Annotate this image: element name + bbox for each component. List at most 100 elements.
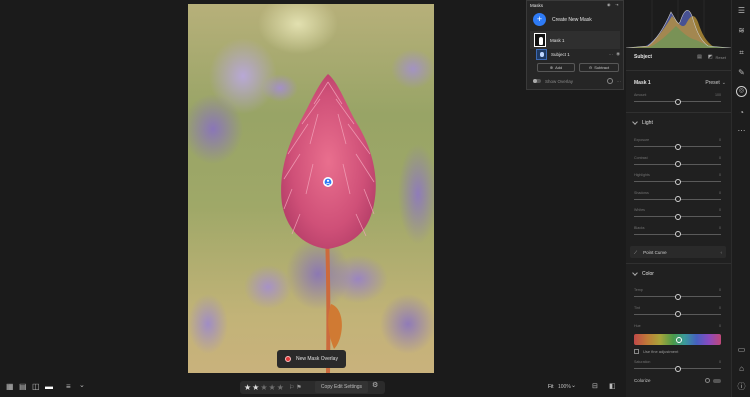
point-curve-row[interactable]: ⟋ Point Curve ‹	[630, 246, 726, 258]
detail-grid-icon[interactable]: ▤	[19, 382, 27, 392]
zoom-level[interactable]: 100%	[558, 382, 571, 392]
more-options-icon[interactable]: ···	[609, 52, 614, 57]
presets-icon[interactable]: ≋	[737, 26, 746, 35]
masking-icon[interactable]: ◎	[736, 86, 747, 97]
compare-icon[interactable]: ◩	[708, 54, 713, 60]
fit-button[interactable]: Fit	[548, 382, 554, 392]
sort-chevron-icon[interactable]: ⌄	[79, 381, 85, 391]
reject-flag-icon[interactable]: ⚑	[296, 384, 301, 391]
colorize-label: Colorize	[634, 378, 651, 383]
subject-1-row[interactable]: Subject 1 ··· ◉	[536, 48, 620, 60]
slider-value[interactable]: 0	[719, 173, 721, 177]
saturation-slider[interactable]: Saturation 0	[634, 360, 721, 372]
overlay-color-dot[interactable]	[285, 356, 291, 362]
amount-value[interactable]: 100	[715, 93, 721, 97]
star-icon[interactable]: ★	[269, 383, 276, 392]
masks-panel-header[interactable]: Masks ◉ ⇥	[527, 1, 623, 9]
slider-thumb[interactable]	[674, 143, 681, 150]
color-section-header[interactable]: Color	[632, 270, 654, 277]
slider-label: Contrast	[634, 155, 648, 160]
healing-icon[interactable]: ✎	[737, 68, 746, 77]
mask-name-row: Mask 1 Preset ⌄	[634, 80, 726, 86]
fine-adjustment-checkbox[interactable]	[634, 349, 639, 354]
light-section-header[interactable]: Light	[632, 119, 653, 126]
subtract-button[interactable]: ⊖ Subtract	[579, 63, 619, 72]
show-overlay-row[interactable]: Show Overlay ···	[533, 78, 621, 84]
create-new-mask-button[interactable]: + Create New Mask	[533, 13, 592, 26]
comments-icon[interactable]: ▭	[737, 345, 746, 354]
square-grid-icon[interactable]: ▦	[6, 382, 14, 392]
info-icon[interactable]: ⓘ	[737, 382, 746, 391]
compare-view-icon[interactable]: ⊟	[592, 382, 598, 392]
redeye-icon[interactable]: ◔	[737, 108, 746, 117]
crop-icon[interactable]: ⌗	[737, 48, 746, 57]
filmstrip-icon[interactable]: ◫	[32, 382, 40, 392]
histogram	[626, 0, 731, 48]
slider-value[interactable]: 0	[719, 288, 721, 292]
add-button[interactable]: ⊕ Add	[537, 63, 575, 72]
slider-value[interactable]: 0	[719, 208, 721, 212]
slider-thumb[interactable]	[674, 178, 681, 185]
zoom-chevron-icon[interactable]: ⌄	[571, 381, 576, 391]
color-slider-tint[interactable]: Tint 0	[634, 306, 721, 318]
slider-thumb[interactable]	[674, 293, 681, 300]
mask-1-label: Mask 1	[550, 37, 565, 43]
mask-1-row[interactable]: Mask 1	[530, 31, 620, 49]
before-after-icon[interactable]: ◧	[609, 382, 616, 392]
comment-icon[interactable]: ▤	[697, 54, 702, 60]
plus-icon: +	[533, 13, 546, 26]
copy-edit-settings-button[interactable]: Copy Edit Settings	[315, 381, 368, 393]
gear-icon[interactable]: ⚙	[372, 381, 378, 391]
star-icon[interactable]: ★	[244, 383, 251, 392]
star-rating[interactable]: ★★★★★	[244, 383, 285, 392]
visibility-eye-icon[interactable]: ◉	[616, 51, 620, 57]
hue-value[interactable]: 0	[719, 324, 721, 328]
tag-icon[interactable]: ⌂	[737, 364, 746, 373]
new-mask-overlay-pill[interactable]: New Mask Overlay	[277, 350, 346, 368]
flag-icon[interactable]: ⚐	[289, 384, 294, 391]
star-icon[interactable]: ★	[277, 383, 284, 392]
fine-adjustment-row[interactable]: Use fine adjustment	[634, 349, 678, 354]
preset-dropdown[interactable]: Preset	[705, 80, 719, 86]
hue-thumb[interactable]	[676, 337, 682, 343]
edit-sliders-icon[interactable]: ☰	[737, 6, 746, 15]
slider-value[interactable]: 0	[719, 156, 721, 160]
reset-button[interactable]: Reset	[716, 55, 726, 60]
amount-thumb[interactable]	[675, 98, 681, 105]
light-slider-contrast[interactable]: Contrast 0	[634, 156, 721, 168]
amount-slider[interactable]: Amount 100	[634, 93, 721, 105]
photo-canvas[interactable]	[188, 4, 434, 373]
color-slider-temp[interactable]: Temp 0	[634, 288, 721, 300]
light-slider-exposure[interactable]: Exposure 0	[634, 138, 721, 150]
show-overlay-toggle[interactable]	[533, 79, 541, 83]
light-slider-blacks[interactable]: Blacks 0	[634, 226, 721, 238]
saturation-value[interactable]: 0	[719, 360, 721, 364]
sort-icon[interactable]: ≡	[66, 382, 71, 392]
more-options-icon[interactable]: ···	[617, 79, 622, 84]
light-slider-whites[interactable]: Whites 0	[634, 208, 721, 220]
slider-value[interactable]: 0	[719, 306, 721, 310]
light-slider-highlights[interactable]: Highlights 0	[634, 173, 721, 185]
slider-thumb[interactable]	[674, 231, 681, 237]
create-new-mask-label: Create New Mask	[552, 16, 592, 23]
slider-value[interactable]: 0	[719, 191, 721, 195]
star-icon[interactable]: ★	[260, 383, 267, 392]
slider-value[interactable]: 0	[719, 226, 721, 230]
slider-value[interactable]: 0	[719, 138, 721, 142]
colorize-row: Colorize	[634, 378, 721, 383]
saturation-thumb[interactable]	[675, 365, 681, 372]
light-slider-shadows[interactable]: Shadows 0	[634, 191, 721, 203]
slider-thumb[interactable]	[674, 311, 681, 317]
collapse-icon[interactable]: ⇥	[615, 3, 620, 7]
colorize-toggle[interactable]	[713, 378, 721, 383]
slider-thumb[interactable]	[674, 213, 681, 220]
slider-thumb[interactable]	[674, 196, 681, 202]
star-icon[interactable]: ★	[252, 383, 259, 392]
overlay-settings-icon[interactable]	[606, 78, 613, 84]
eye-icon[interactable]: ◉	[607, 3, 612, 7]
more-tools-icon[interactable]: ⋯	[737, 126, 746, 135]
slider-thumb[interactable]	[674, 161, 681, 167]
colorize-swatch[interactable]	[705, 378, 710, 383]
slider-label: Blacks	[634, 225, 645, 230]
single-view-icon[interactable]: ▬	[45, 382, 53, 392]
